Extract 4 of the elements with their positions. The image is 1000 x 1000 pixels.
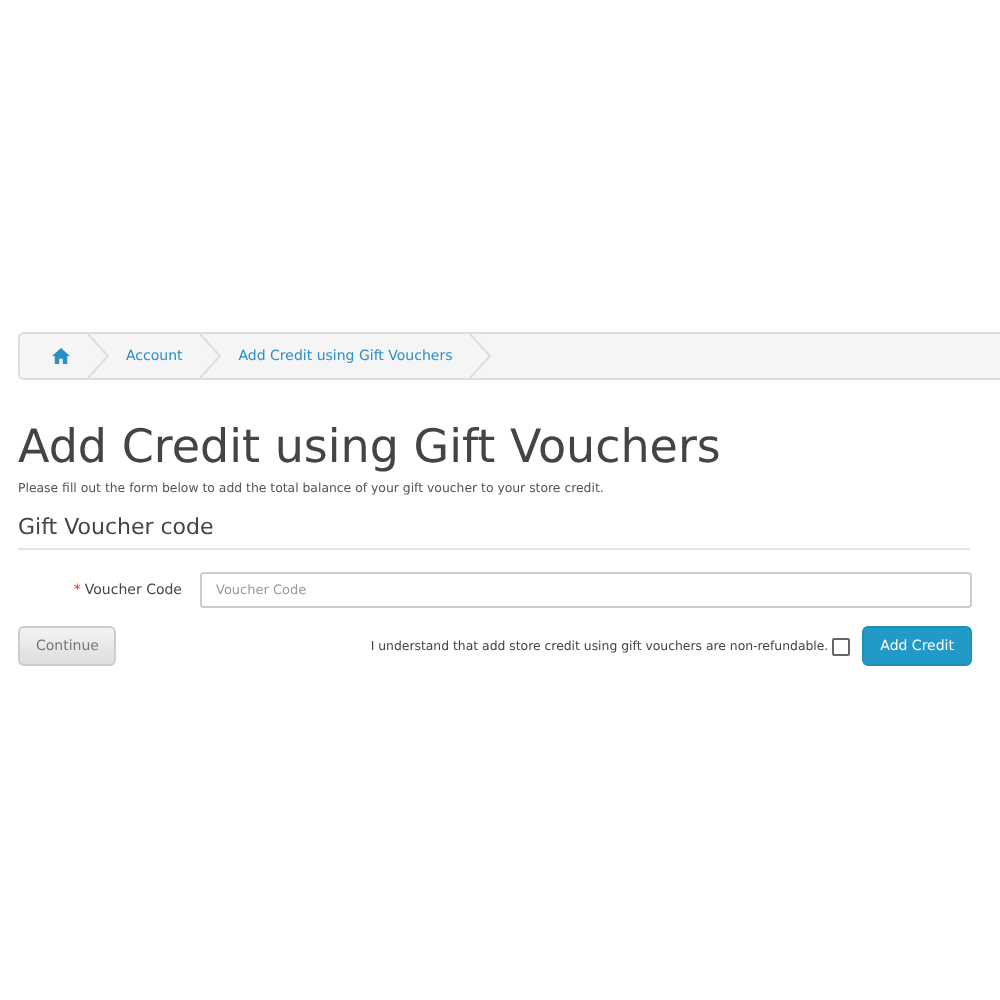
page-title: Add Credit using Gift Vouchers: [18, 420, 723, 476]
agreement-checkbox[interactable]: [832, 637, 851, 655]
home-icon: [52, 348, 70, 364]
section-heading: Gift Voucher code: [18, 514, 970, 550]
